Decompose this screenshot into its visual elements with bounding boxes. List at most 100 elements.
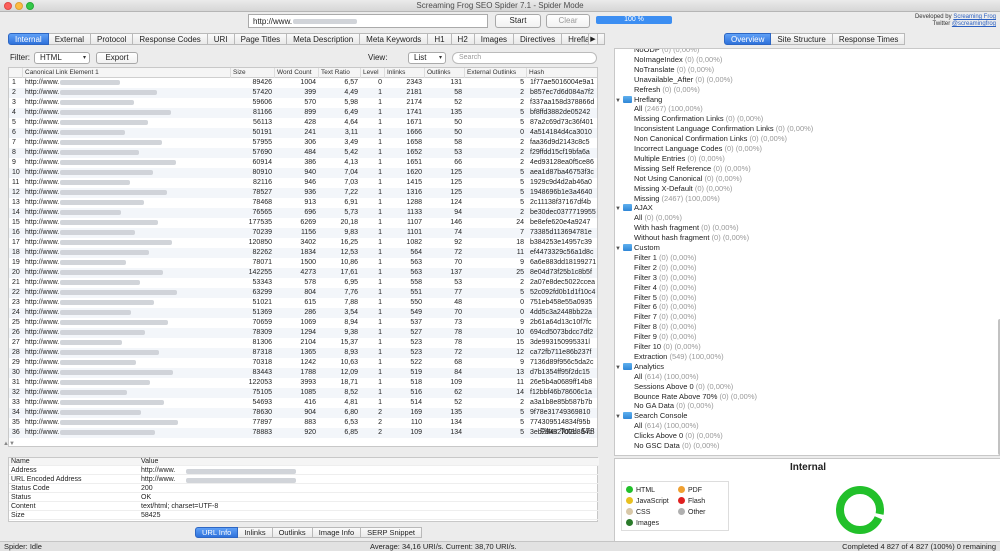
table-row[interactable]: 24 http://www. 51369 286 3,54 1 549 70 0 4dd5c3a2… <box>9 308 597 318</box>
tree-item[interactable]: Filter 7 (0) (0,00%) <box>634 312 1000 322</box>
url-input[interactable]: http://www. <box>248 14 488 28</box>
tab-response-codes[interactable]: Response Codes <box>133 33 208 45</box>
table-row[interactable]: 36 http://www. 78883 920 6,85 2 109 134 5 3eb2943… <box>9 428 597 438</box>
tree-item[interactable]: Filter 8 (0) (0,00%) <box>634 322 1000 332</box>
tree-item[interactable]: Sessions Above 0 (0) (0,00%) <box>634 382 1000 392</box>
screaming-frog-link[interactable]: Screaming Frog <box>953 14 996 20</box>
table-row[interactable]: 35 http://www. 77897 883 6,53 2 110 134 5 7743095… <box>9 418 597 428</box>
table-row[interactable]: 21 http://www. 53343 578 6,95 1 558 53 2 2a07e8de… <box>9 278 597 288</box>
maximize-window-button[interactable] <box>26 2 34 10</box>
table-row[interactable]: 28 http://www. 87318 1365 8,93 1 523 72 12 ca72fb… <box>9 348 597 358</box>
table-row[interactable]: 33 http://www. 54693 416 4,81 1 514 52 2 a3a1b8e8… <box>9 398 597 408</box>
tab-h2[interactable]: H2 <box>451 33 475 45</box>
tree-item[interactable]: Filter 5 (0) (0,00%) <box>634 293 1000 303</box>
view-select[interactable]: List ▾ <box>408 52 446 64</box>
tree-item[interactable]: Not Using Canonical (0) (0,00%) <box>634 174 1000 184</box>
table-row[interactable]: 29 http://www. 70318 1242 10,63 1 522 68 9 7136d8… <box>9 358 597 368</box>
start-button[interactable]: Start <box>495 14 541 28</box>
detail-row[interactable]: Status OK <box>9 494 599 502</box>
table-row[interactable]: 23 http://www. 51021 615 7,88 1 550 48 0 751eb458… <box>9 298 597 308</box>
tree-item[interactable]: Filter 9 (0) (0,00%) <box>634 332 1000 342</box>
expand-triangle-icon[interactable]: ▼ <box>615 412 623 422</box>
table-row[interactable]: 2 http://www. 57420 399 4,49 1 2181 58 2 b857ec7d… <box>9 88 597 98</box>
tree-item[interactable]: With hash fragment (0) (0,00%) <box>634 223 1000 233</box>
tree-item[interactable]: Incorrect Language Codes (0) (0,00%) <box>634 144 1000 154</box>
tree-item[interactable]: Filter 2 (0) (0,00%) <box>634 263 1000 273</box>
table-row[interactable]: 16 http://www. 70239 1156 9,83 1 1101 74 7 73385d… <box>9 228 597 238</box>
tree-item[interactable]: Missing (2467) (100,00%) <box>634 194 1000 204</box>
clear-button[interactable]: Clear <box>546 14 590 28</box>
column-header[interactable]: Size <box>231 68 275 78</box>
table-row[interactable]: 6 http://www. 50191 241 3,11 1 1666 50 0 4a514184… <box>9 128 597 138</box>
expand-triangle-icon[interactable]: ▼ <box>615 96 623 106</box>
tab-outlinks[interactable]: Outlinks <box>272 527 313 538</box>
tabs-more-arrow-icon[interactable]: ▶ <box>588 33 598 45</box>
detail-row[interactable]: Address http://www. <box>9 467 599 475</box>
table-row[interactable]: 1 http://www. 89426 1004 6,57 0 2343 131 5 1f77ae… <box>9 78 597 88</box>
expand-triangle-icon[interactable]: ▼ <box>615 204 623 214</box>
twitter-link[interactable]: @screamingfrog <box>952 21 996 27</box>
tab-image-info[interactable]: Image Info <box>312 527 362 538</box>
column-header[interactable] <box>9 68 23 78</box>
table-row[interactable]: 8 http://www. 57690 484 5,42 1 1652 53 2 f29ffdd1… <box>9 148 597 158</box>
tree-item[interactable]: Refresh (0) (0,00%) <box>634 85 1000 95</box>
table-row[interactable]: 25 http://www. 70659 1069 8,94 1 537 73 9 2b61a64… <box>9 318 597 328</box>
table-row[interactable]: 12 http://www. 78527 936 7,22 1 1316 125 5 194869… <box>9 188 597 198</box>
tree-item[interactable]: Filter 3 (0) (0,00%) <box>634 273 1000 283</box>
tab-page-titles[interactable]: Page Titles <box>234 33 288 45</box>
tab-hreflang[interactable]: Hreflang <box>562 33 606 45</box>
table-row[interactable]: 32 http://www. 75105 1085 8,52 1 516 62 14 f12bbf… <box>9 388 597 398</box>
tree-item[interactable]: All (614) (100,00%) <box>634 421 1000 431</box>
table-row[interactable]: 19 http://www. 78071 1500 10,86 1 563 70 9 6a6e88… <box>9 258 597 268</box>
table-row[interactable]: 13 http://www. 78468 913 6,91 1 1288 124 5 2c1113… <box>9 198 597 208</box>
search-input[interactable]: Search <box>452 52 597 64</box>
close-window-button[interactable] <box>4 2 12 10</box>
tab-overview[interactable]: Overview <box>724 33 772 45</box>
table-row[interactable]: 34 http://www. 78630 904 6,80 2 169 135 5 9f78e31… <box>9 408 597 418</box>
tree-item[interactable]: Filter 6 (0) (0,00%) <box>634 302 1000 312</box>
tab-meta-description[interactable]: Meta Description <box>287 33 361 45</box>
tab-site-structure[interactable]: Site Structure <box>771 33 833 45</box>
tab-inlinks[interactable]: Inlinks <box>238 527 273 538</box>
expand-triangle-icon[interactable]: ▼ <box>615 363 623 373</box>
table-row[interactable]: 17 http://www. 120850 3402 16,25 1 1082 92 18 b38… <box>9 238 597 248</box>
tab-internal[interactable]: Internal <box>8 33 49 45</box>
tree-folder[interactable]: ▼ Custom <box>615 243 995 253</box>
export-button[interactable]: Export <box>96 52 138 64</box>
tab-uri[interactable]: URI <box>207 33 235 45</box>
table-row[interactable]: 14 http://www. 76565 696 5,73 1 1133 94 2 be30dec… <box>9 208 597 218</box>
detail-row[interactable]: Status Code 200 <box>9 485 599 493</box>
column-header[interactable]: External Outlinks <box>465 68 527 78</box>
table-row[interactable]: 7 http://www. 57955 306 3,49 1 1658 58 2 faa36d9d… <box>9 138 597 148</box>
detail-row[interactable]: Size 58425 <box>9 512 599 520</box>
tree-item[interactable]: Extraction (549) (100,00%) <box>634 352 1000 362</box>
table-row[interactable]: 5 http://www. 56113 428 4,64 1 1671 50 5 87a2c69d… <box>9 118 597 128</box>
tree-item[interactable]: Inconsistent Language Confirmation Links… <box>634 124 1000 134</box>
tab-protocol[interactable]: Protocol <box>91 33 134 45</box>
detail-row[interactable]: URL Encoded Address http://www. <box>9 476 599 484</box>
table-row[interactable]: 27 http://www. 81306 2104 15,37 1 523 78 15 3de99… <box>9 338 597 348</box>
table-row[interactable]: 18 http://www. 82262 1834 12,53 1 564 72 11 ef447… <box>9 248 597 258</box>
table-row[interactable]: 20 http://www. 142255 4273 17,61 1 563 137 25 8e0… <box>9 268 597 278</box>
tree-item[interactable]: Clicks Above 0 (0) (0,00%) <box>634 431 1000 441</box>
column-header[interactable]: Level <box>361 68 385 78</box>
table-row[interactable]: 11 http://www. 82116 946 7,03 1 1415 125 5 1929c9… <box>9 178 597 188</box>
tree-item[interactable]: Unavailable_After (0) (0,00%) <box>634 75 1000 85</box>
tree-item[interactable]: Filter 1 (0) (0,00%) <box>634 253 1000 263</box>
tab-external[interactable]: External <box>48 33 92 45</box>
table-row[interactable]: 22 http://www. 63299 804 7,76 1 551 77 5 52c092fd… <box>9 288 597 298</box>
tree-item[interactable]: All (2467) (100,00%) <box>634 104 1000 114</box>
tree-item[interactable]: Missing Self Reference (0) (0,00%) <box>634 164 1000 174</box>
table-row[interactable]: 31 http://www. 122053 3993 18,71 1 518 109 11 26e… <box>9 378 597 388</box>
tree-folder[interactable]: ▼ Analytics <box>615 362 995 372</box>
tree-item[interactable]: Missing Confirmation Links (0) (0,00%) <box>634 114 1000 124</box>
tab-url-info[interactable]: URL Info <box>195 527 239 538</box>
column-header[interactable]: Canonical Link Element 1 <box>23 68 231 78</box>
tree-folder[interactable]: ▼ Search Console <box>615 411 995 421</box>
tab-meta-keywords[interactable]: Meta Keywords <box>360 33 429 45</box>
tree-item[interactable]: NoTranslate (0) (0,00%) <box>634 65 1000 75</box>
expand-triangle-icon[interactable]: ▼ <box>615 244 623 254</box>
column-header[interactable]: Outlinks <box>425 68 465 78</box>
tree-item[interactable]: Filter 4 (0) (0,00%) <box>634 283 1000 293</box>
tab-directives[interactable]: Directives <box>514 33 563 45</box>
